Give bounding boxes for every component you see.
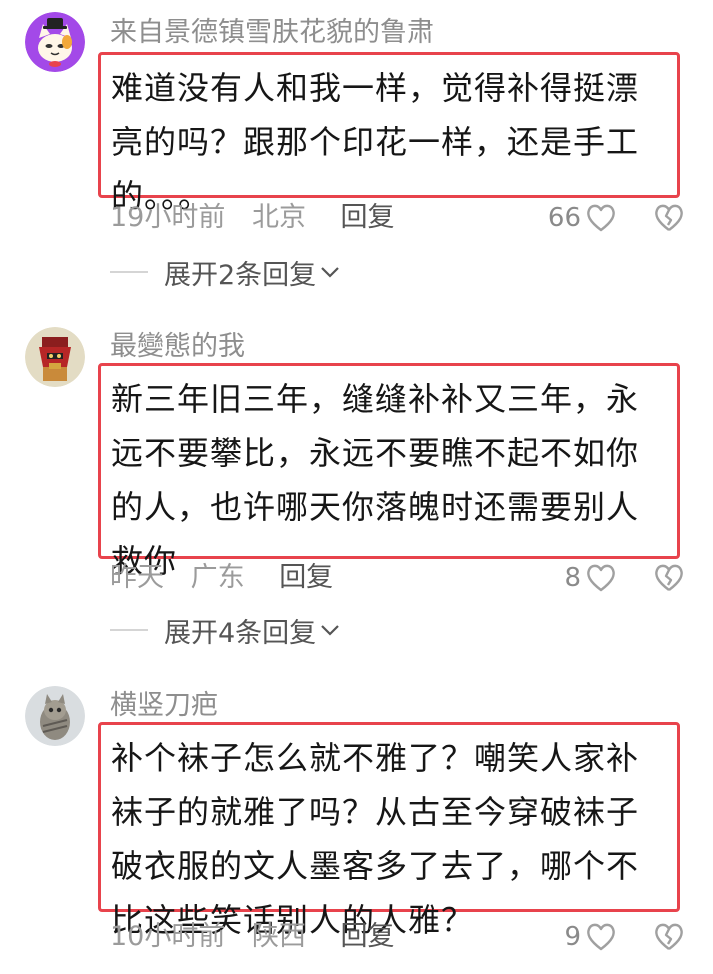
comment-location: 北京: [251, 202, 306, 233]
comment-location: 陕西: [251, 921, 306, 952]
broken-heart-icon[interactable]: [653, 203, 685, 233]
comment-actions: 66: [548, 201, 685, 235]
expand-replies-label: 展开2条回复: [164, 259, 317, 291]
comment-time: 10小时前: [110, 921, 226, 952]
heart-icon[interactable]: [585, 922, 617, 952]
broken-heart-icon[interactable]: [653, 922, 685, 952]
like-count: 8: [564, 563, 581, 593]
comment-meta: 昨天 广东 回复 8: [110, 561, 685, 595]
reply-button[interactable]: 回复: [341, 921, 395, 952]
comment-text: 新三年旧三年，缝缝补补又三年，永远不要攀比，永远不要瞧不起不如你的人，也许哪天你…: [111, 380, 640, 580]
heart-icon[interactable]: [585, 563, 617, 593]
divider-line: [110, 629, 148, 631]
comment-username[interactable]: 来自景德镇雪肤花貌的鲁肃: [110, 16, 434, 50]
cat-avatar-icon[interactable]: [25, 12, 85, 72]
expand-replies-label: 展开4条回复: [164, 617, 317, 649]
comment-meta: 19小时前 北京 回复 66: [110, 201, 685, 235]
expand-replies-button[interactable]: 展开4条回复: [110, 613, 340, 649]
comment-location: 广东: [190, 562, 245, 593]
like-count: 9: [564, 922, 581, 952]
comment-username[interactable]: 横竖刀疤: [110, 689, 218, 723]
broken-heart-icon[interactable]: [653, 563, 685, 593]
chevron-down-icon: [321, 267, 339, 278]
comment-body-highlight: 补个袜子怎么就不雅了？嘲笑人家补袜子的就雅了吗？从古至今穿破袜子破衣服的文人墨客…: [98, 722, 680, 939]
masked-figure-avatar-icon[interactable]: [25, 327, 85, 387]
reply-button[interactable]: 回复: [279, 562, 333, 593]
heart-icon[interactable]: [585, 203, 617, 233]
comment-time: 昨天: [110, 562, 164, 593]
chevron-down-icon: [321, 625, 339, 636]
comment-actions: 8: [564, 561, 685, 595]
comment-body-highlight: 新三年旧三年，缝缝补补又三年，永远不要攀比，永远不要瞧不起不如你的人，也许哪天你…: [98, 363, 680, 580]
expand-replies-button[interactable]: 展开2条回复: [110, 255, 340, 291]
comment-actions: 9: [564, 920, 685, 954]
comment-text: 补个袜子怎么就不雅了？嘲笑人家补袜子的就雅了吗？从古至今穿破袜子破衣服的文人墨客…: [111, 739, 640, 939]
comment-meta: 10小时前 陕西 回复 9: [110, 920, 685, 954]
kitten-photo-avatar-icon[interactable]: [25, 686, 85, 746]
divider-line: [110, 271, 148, 273]
like-count: 66: [547, 203, 581, 233]
comment-username[interactable]: 最變態的我: [110, 330, 245, 364]
reply-button[interactable]: 回复: [341, 202, 395, 233]
comment-text: 难道没有人和我一样，觉得补得挺漂亮的吗？跟那个印花一样，还是手工的。。。: [111, 69, 640, 215]
comment-body-highlight: 难道没有人和我一样，觉得补得挺漂亮的吗？跟那个印花一样，还是手工的。。。: [98, 52, 680, 215]
comment-time: 19小时前: [110, 202, 226, 233]
